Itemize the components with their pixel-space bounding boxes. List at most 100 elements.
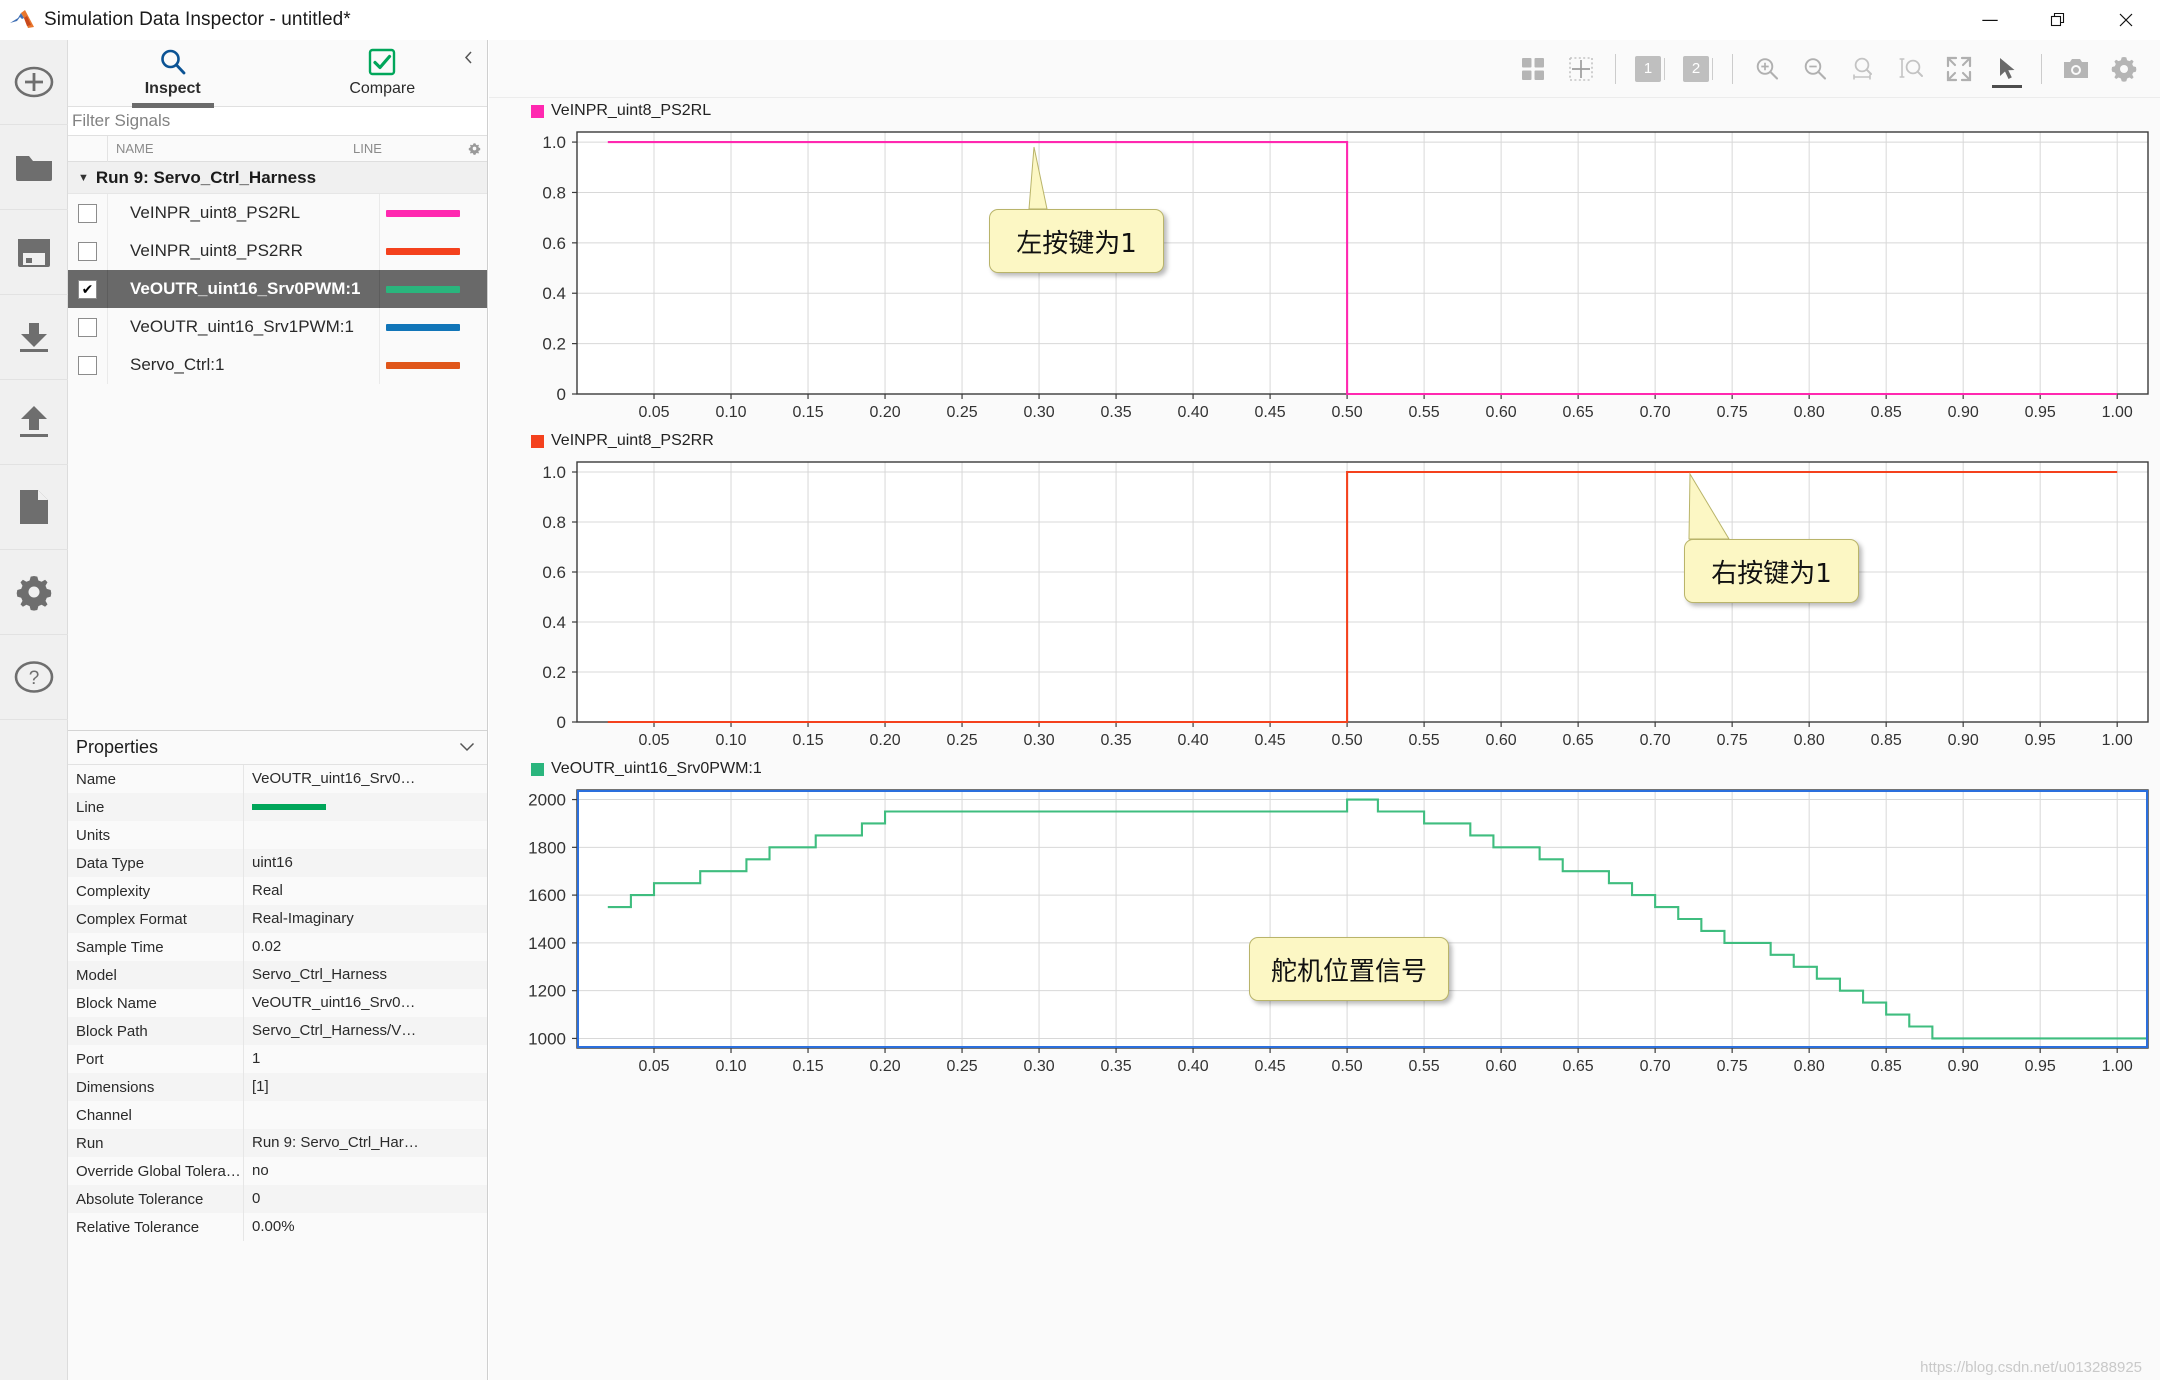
layout-grid-icon [1520, 56, 1546, 82]
signal-checkbox[interactable] [78, 356, 97, 375]
zoom-y-button[interactable] [1887, 46, 1935, 92]
svg-text:0.30: 0.30 [1023, 404, 1054, 421]
signal-checkbox-cell[interactable] [68, 232, 108, 270]
report-button[interactable] [0, 465, 68, 550]
settings-button[interactable] [2100, 46, 2148, 92]
legend-label: VeINPR_uint8_PS2RL [551, 102, 711, 120]
signal-checkbox-cell[interactable]: ✔ [68, 270, 108, 308]
tab-inspect[interactable]: Inspect [68, 40, 278, 106]
signal-line-cell[interactable] [379, 270, 487, 308]
svg-text:0.40: 0.40 [1178, 732, 1209, 749]
chevron-down-icon[interactable] [459, 739, 475, 756]
import-button[interactable] [0, 295, 68, 380]
plot-panel[interactable]: VeOUTR_uint16_Srv0PWM:10.050.100.150.200… [489, 756, 2160, 1082]
annotation-callout[interactable]: 舵机位置信号 [1249, 937, 1449, 1001]
property-line-swatch [252, 804, 326, 810]
maximize-button[interactable] [2024, 0, 2092, 40]
axes-1-tick [1664, 58, 1665, 80]
add-button[interactable] [0, 40, 68, 125]
svg-text:0.20: 0.20 [869, 1058, 900, 1075]
signal-row[interactable]: VeOUTR_uint16_Srv1PWM:1 [68, 308, 487, 346]
svg-text:2000: 2000 [528, 791, 566, 810]
svg-text:0.15: 0.15 [792, 1058, 823, 1075]
layout-grid-button[interactable] [1509, 46, 1557, 92]
minimize-button[interactable]: — [1956, 0, 2024, 40]
axes-1-button[interactable]: 1 [1626, 46, 1674, 92]
plot-stack: VeINPR_uint8_PS2RL0.050.100.150.200.250.… [489, 98, 2160, 1380]
left-icon-rail: ? [0, 40, 68, 1380]
signal-row[interactable]: Servo_Ctrl:1 [68, 346, 487, 384]
annotation-callout[interactable]: 左按键为1 [989, 209, 1164, 273]
svg-text:0.4: 0.4 [542, 284, 566, 303]
svg-text:?: ? [29, 668, 40, 689]
zoom-in-button[interactable] [1743, 46, 1791, 92]
zoom-x-button[interactable] [1839, 46, 1887, 92]
signal-name: VeOUTR_uint16_Srv0PWM:1 [108, 279, 379, 299]
property-key: Block Path [68, 1023, 243, 1040]
signal-checkbox-cell[interactable] [68, 308, 108, 346]
zoom-x-icon [1849, 55, 1877, 83]
tab-compare[interactable]: Compare [278, 40, 488, 106]
svg-text:0.65: 0.65 [1563, 1058, 1594, 1075]
svg-text:0.8: 0.8 [542, 513, 566, 532]
legend-color-swatch [531, 435, 544, 448]
fit-to-view-button[interactable] [1935, 46, 1983, 92]
svg-text:0.05: 0.05 [638, 732, 669, 749]
svg-text:0.75: 0.75 [1717, 732, 1748, 749]
svg-text:0.40: 0.40 [1178, 404, 1209, 421]
svg-text:0.40: 0.40 [1178, 1058, 1209, 1075]
signal-color-swatch [386, 248, 460, 255]
signal-line-cell[interactable] [379, 232, 487, 270]
annotation-text: 右按键为1 [1684, 539, 1859, 603]
svg-text:0.50: 0.50 [1332, 732, 1363, 749]
svg-text:0.35: 0.35 [1100, 732, 1131, 749]
gear-icon[interactable] [461, 142, 487, 155]
run-group-header[interactable]: ▼ Run 9: Servo_Ctrl_Harness [68, 162, 487, 194]
signal-line-cell[interactable] [379, 308, 487, 346]
property-value: no [243, 1157, 487, 1185]
svg-text:0.35: 0.35 [1100, 1058, 1131, 1075]
window-title: Simulation Data Inspector - untitled* [44, 9, 351, 31]
signal-line-cell[interactable] [379, 194, 487, 232]
collapse-panel-button[interactable] [457, 46, 479, 68]
signal-checkbox[interactable] [78, 242, 97, 261]
properties-header[interactable]: Properties [68, 731, 487, 765]
export-icon [13, 404, 55, 440]
close-button[interactable] [2092, 0, 2160, 40]
open-button[interactable] [0, 125, 68, 210]
plot-panel[interactable]: VeINPR_uint8_PS2RR0.050.100.150.200.250.… [489, 428, 2160, 756]
sparse-grid-button[interactable] [1557, 46, 1605, 92]
plot-axes[interactable]: 0.050.100.150.200.250.300.350.400.450.50… [489, 782, 2160, 1082]
signal-row[interactable]: VeINPR_uint8_PS2RR [68, 232, 487, 270]
axes-2-button[interactable]: 2 [1674, 46, 1722, 92]
plot-axes[interactable]: 0.050.100.150.200.250.300.350.400.450.50… [489, 124, 2160, 428]
signal-checkbox[interactable] [78, 318, 97, 337]
svg-text:1000: 1000 [528, 1029, 566, 1048]
export-button[interactable] [0, 380, 68, 465]
signal-line-cell[interactable] [379, 346, 487, 384]
cursor-arrow-button[interactable] [1983, 46, 2031, 92]
search-input[interactable] [72, 111, 487, 131]
filter-signals-box[interactable] [68, 106, 487, 136]
run-group-label: Run 9: Servo_Ctrl_Harness [96, 168, 316, 188]
plot-axes[interactable]: 0.050.100.150.200.250.300.350.400.450.50… [489, 454, 2160, 756]
help-button[interactable]: ? [0, 635, 68, 720]
signal-checkbox[interactable]: ✔ [78, 280, 97, 299]
signal-checkbox[interactable] [78, 204, 97, 223]
signal-row[interactable]: ✔ VeOUTR_uint16_Srv0PWM:1 [68, 270, 487, 308]
save-button[interactable] [0, 210, 68, 295]
maximize-icon [2050, 12, 2066, 28]
signal-checkbox-cell[interactable] [68, 194, 108, 232]
signal-row[interactable]: VeINPR_uint8_PS2RL [68, 194, 487, 232]
annotation-callout[interactable]: 右按键为1 [1684, 539, 1859, 603]
svg-text:0.55: 0.55 [1409, 1058, 1440, 1075]
property-value: Servo_Ctrl_Harness/V… [243, 1017, 487, 1045]
svg-text:0.65: 0.65 [1563, 732, 1594, 749]
snapshot-button[interactable] [2052, 46, 2100, 92]
zoom-out-button[interactable] [1791, 46, 1839, 92]
preferences-button[interactable] [0, 550, 68, 635]
svg-text:0.45: 0.45 [1255, 732, 1286, 749]
plot-panel[interactable]: VeINPR_uint8_PS2RL0.050.100.150.200.250.… [489, 98, 2160, 428]
signal-checkbox-cell[interactable] [68, 346, 108, 384]
property-value: [1] [243, 1073, 487, 1101]
